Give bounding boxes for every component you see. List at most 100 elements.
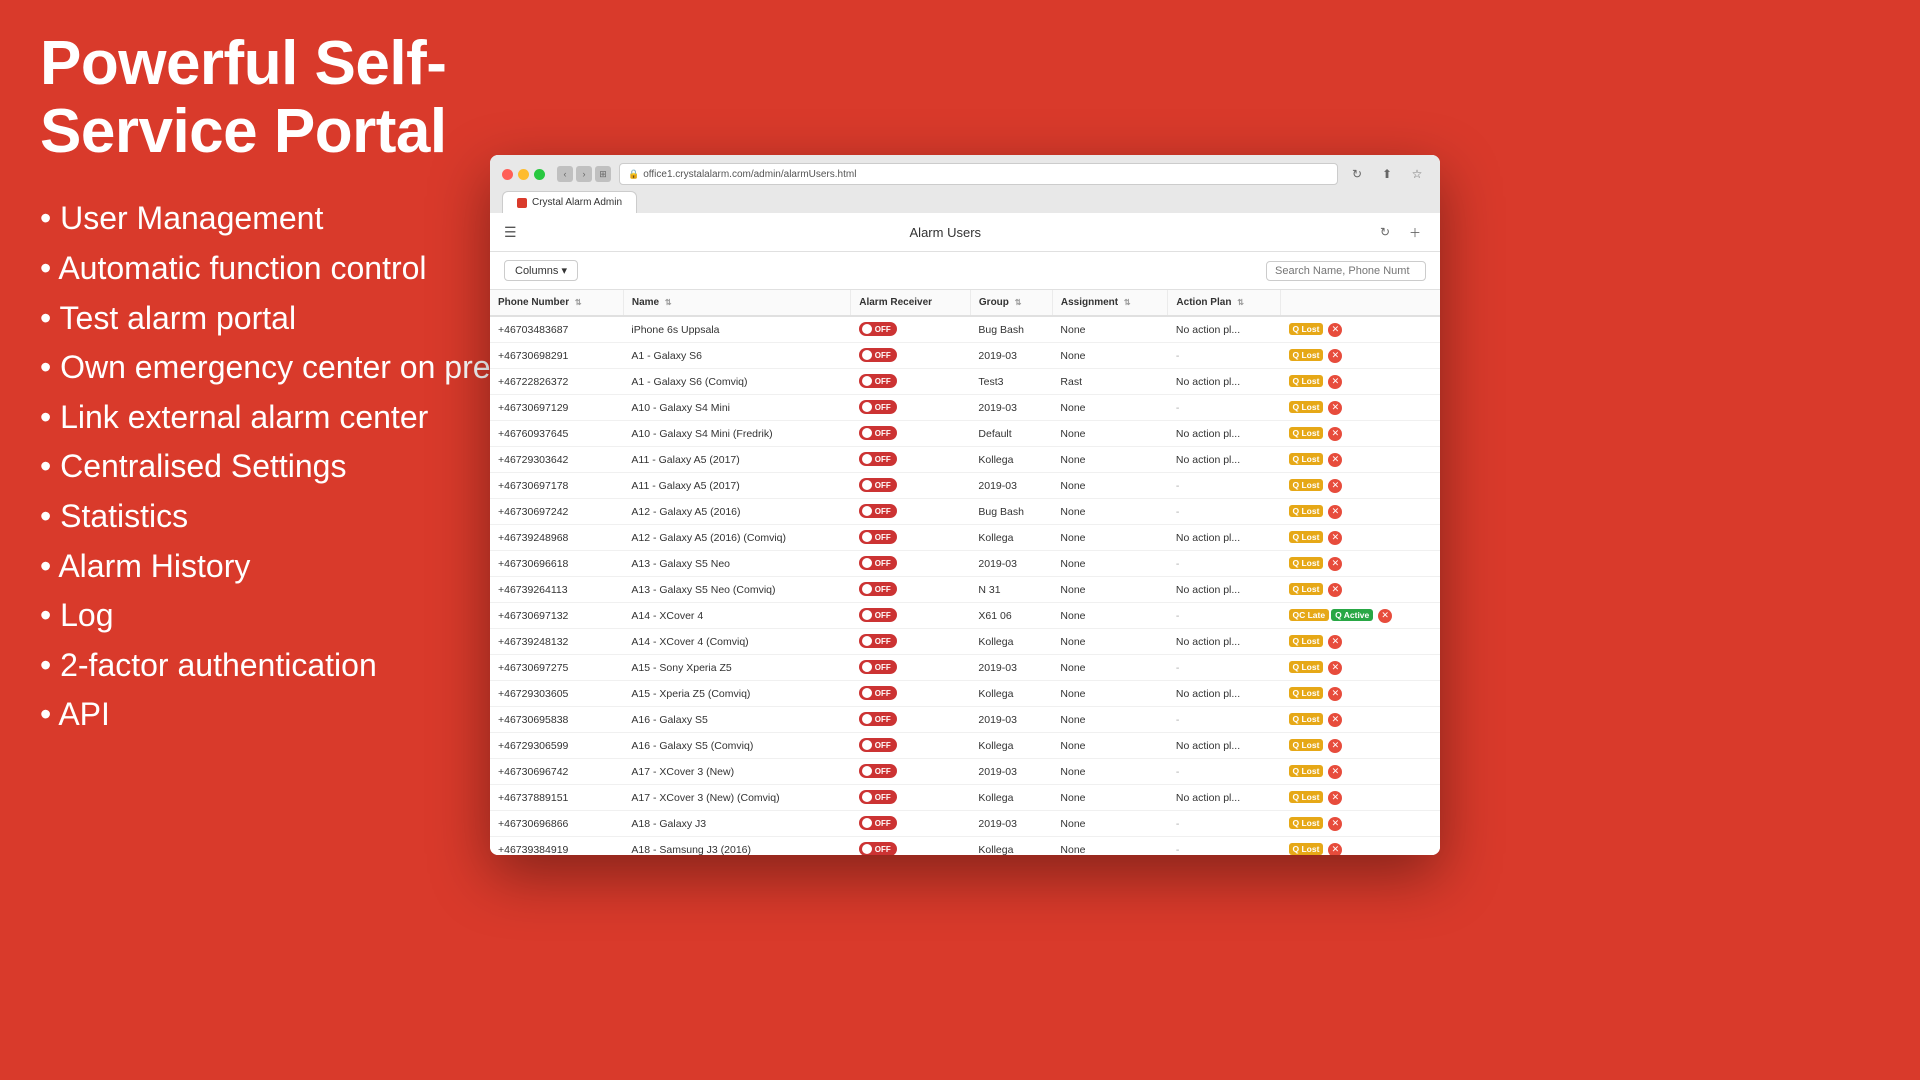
delete-button[interactable]: ✕ bbox=[1328, 791, 1342, 805]
alarm-toggle[interactable]: OFF bbox=[859, 374, 897, 388]
delete-button[interactable]: ✕ bbox=[1328, 635, 1342, 649]
alarm-toggle[interactable]: OFF bbox=[859, 712, 897, 726]
forward-button[interactable]: › bbox=[576, 166, 592, 182]
tab-grid-button[interactable]: ⊞ bbox=[595, 166, 611, 182]
alarm-toggle[interactable]: OFF bbox=[859, 634, 897, 648]
delete-button[interactable]: ✕ bbox=[1378, 609, 1392, 623]
cell-alarm-receiver[interactable]: OFF bbox=[851, 551, 971, 577]
cell-alarm-receiver[interactable]: OFF bbox=[851, 421, 971, 447]
delete-button[interactable]: ✕ bbox=[1328, 401, 1342, 415]
delete-button[interactable]: ✕ bbox=[1328, 375, 1342, 389]
alarm-toggle[interactable]: OFF bbox=[859, 764, 897, 778]
cell-alarm-receiver[interactable]: OFF bbox=[851, 577, 971, 603]
delete-button[interactable]: ✕ bbox=[1328, 765, 1342, 779]
cell-alarm-receiver[interactable]: OFF bbox=[851, 655, 971, 681]
table-row[interactable]: +46739384919 A18 - Samsung J3 (2016) OFF… bbox=[490, 837, 1440, 856]
delete-button[interactable]: ✕ bbox=[1328, 817, 1342, 831]
cell-alarm-receiver[interactable]: OFF bbox=[851, 785, 971, 811]
minimize-button[interactable] bbox=[518, 169, 529, 180]
table-row[interactable]: +46730697242 A12 - Galaxy A5 (2016) OFF … bbox=[490, 499, 1440, 525]
delete-button[interactable]: ✕ bbox=[1328, 505, 1342, 519]
table-row[interactable]: +46730696866 A18 - Galaxy J3 OFF 2019-03… bbox=[490, 811, 1440, 837]
cell-alarm-receiver[interactable]: OFF bbox=[851, 525, 971, 551]
alarm-toggle[interactable]: OFF bbox=[859, 426, 897, 440]
delete-button[interactable]: ✕ bbox=[1328, 739, 1342, 753]
cell-alarm-receiver[interactable]: OFF bbox=[851, 316, 971, 343]
cell-alarm-receiver[interactable]: OFF bbox=[851, 837, 971, 856]
table-row[interactable]: +46722826372 A1 - Galaxy S6 (Comviq) OFF… bbox=[490, 369, 1440, 395]
alarm-toggle[interactable]: OFF bbox=[859, 816, 897, 830]
table-row[interactable]: +46737889151 A17 - XCover 3 (New) (Comvi… bbox=[490, 785, 1440, 811]
table-row[interactable]: +46730698291 A1 - Galaxy S6 OFF 2019-03 … bbox=[490, 343, 1440, 369]
reload-button[interactable]: ↻ bbox=[1346, 163, 1368, 185]
back-button[interactable]: ‹ bbox=[557, 166, 573, 182]
table-row[interactable]: +46739264113 A13 - Galaxy S5 Neo (Comviq… bbox=[490, 577, 1440, 603]
delete-button[interactable]: ✕ bbox=[1328, 427, 1342, 441]
close-button[interactable] bbox=[502, 169, 513, 180]
search-input[interactable] bbox=[1266, 261, 1426, 281]
delete-button[interactable]: ✕ bbox=[1328, 323, 1342, 337]
table-row[interactable]: +46739248968 A12 - Galaxy A5 (2016) (Com… bbox=[490, 525, 1440, 551]
share-button[interactable]: ☆ bbox=[1406, 163, 1428, 185]
table-row[interactable]: +46730697275 A15 - Sony Xperia Z5 OFF 20… bbox=[490, 655, 1440, 681]
alarm-toggle[interactable]: OFF bbox=[859, 452, 897, 466]
cell-alarm-receiver[interactable]: OFF bbox=[851, 473, 971, 499]
alarm-toggle[interactable]: OFF bbox=[859, 790, 897, 804]
table-row[interactable]: +46730696618 A13 - Galaxy S5 Neo OFF 201… bbox=[490, 551, 1440, 577]
delete-button[interactable]: ✕ bbox=[1328, 557, 1342, 571]
table-row[interactable]: +46760937645 A10 - Galaxy S4 Mini (Fredr… bbox=[490, 421, 1440, 447]
table-row[interactable]: +46739248132 A14 - XCover 4 (Comviq) OFF… bbox=[490, 629, 1440, 655]
table-row[interactable]: +46730696742 A17 - XCover 3 (New) OFF 20… bbox=[490, 759, 1440, 785]
bookmark-button[interactable]: ⬆ bbox=[1376, 163, 1398, 185]
cell-alarm-receiver[interactable]: OFF bbox=[851, 811, 971, 837]
delete-button[interactable]: ✕ bbox=[1328, 713, 1342, 727]
cell-alarm-receiver[interactable]: OFF bbox=[851, 395, 971, 421]
alarm-toggle[interactable]: OFF bbox=[859, 738, 897, 752]
cell-alarm-receiver[interactable]: OFF bbox=[851, 343, 971, 369]
delete-button[interactable]: ✕ bbox=[1328, 843, 1342, 856]
alarm-toggle[interactable]: OFF bbox=[859, 504, 897, 518]
table-row[interactable]: +46729303642 A11 - Galaxy A5 (2017) OFF … bbox=[490, 447, 1440, 473]
fullscreen-button[interactable] bbox=[534, 169, 545, 180]
cell-alarm-receiver[interactable]: OFF bbox=[851, 369, 971, 395]
delete-button[interactable]: ✕ bbox=[1328, 661, 1342, 675]
alarm-toggle[interactable]: OFF bbox=[859, 660, 897, 674]
cell-alarm-receiver[interactable]: OFF bbox=[851, 499, 971, 525]
alarm-toggle[interactable]: OFF bbox=[859, 842, 897, 855]
alarm-toggle[interactable]: OFF bbox=[859, 582, 897, 596]
alarm-toggle[interactable]: OFF bbox=[859, 348, 897, 362]
table-row[interactable]: +46730697178 A11 - Galaxy A5 (2017) OFF … bbox=[490, 473, 1440, 499]
alarm-toggle[interactable]: OFF bbox=[859, 400, 897, 414]
add-button[interactable]: ＋ bbox=[1404, 221, 1426, 243]
hamburger-menu[interactable]: ☰ bbox=[504, 224, 517, 241]
table-row[interactable]: +46730697129 A10 - Galaxy S4 Mini OFF 20… bbox=[490, 395, 1440, 421]
cell-alarm-receiver[interactable]: OFF bbox=[851, 681, 971, 707]
cell-alarm-receiver[interactable]: OFF bbox=[851, 629, 971, 655]
alarm-toggle[interactable]: OFF bbox=[859, 322, 897, 336]
cell-alarm-receiver[interactable]: OFF bbox=[851, 759, 971, 785]
url-bar[interactable]: 🔒 office1.crystalalarm.com/admin/alarmUs… bbox=[619, 163, 1338, 185]
delete-button[interactable]: ✕ bbox=[1328, 479, 1342, 493]
delete-button[interactable]: ✕ bbox=[1328, 349, 1342, 363]
table-row[interactable]: +46703483687 iPhone 6s Uppsala OFF Bug B… bbox=[490, 316, 1440, 343]
cell-alarm-receiver[interactable]: OFF bbox=[851, 733, 971, 759]
delete-button[interactable]: ✕ bbox=[1328, 687, 1342, 701]
browser-tab[interactable]: Crystal Alarm Admin bbox=[502, 191, 637, 213]
delete-button[interactable]: ✕ bbox=[1328, 583, 1342, 597]
delete-button[interactable]: ✕ bbox=[1328, 531, 1342, 545]
cell-alarm-receiver[interactable]: OFF bbox=[851, 447, 971, 473]
alarm-toggle[interactable]: OFF bbox=[859, 478, 897, 492]
cell-alarm-receiver[interactable]: OFF bbox=[851, 707, 971, 733]
alarm-toggle[interactable]: OFF bbox=[859, 530, 897, 544]
delete-button[interactable]: ✕ bbox=[1328, 453, 1342, 467]
table-row[interactable]: +46729306599 A16 - Galaxy S5 (Comviq) OF… bbox=[490, 733, 1440, 759]
table-row[interactable]: +46729303605 A15 - Xperia Z5 (Comviq) OF… bbox=[490, 681, 1440, 707]
cell-alarm-receiver[interactable]: OFF bbox=[851, 603, 971, 629]
alarm-toggle[interactable]: OFF bbox=[859, 686, 897, 700]
columns-button[interactable]: Columns ▾ bbox=[504, 260, 578, 281]
alarm-toggle[interactable]: OFF bbox=[859, 556, 897, 570]
table-row[interactable]: +46730695838 A16 - Galaxy S5 OFF 2019-03… bbox=[490, 707, 1440, 733]
alarm-toggle[interactable]: OFF bbox=[859, 608, 897, 622]
refresh-button[interactable]: ↻ bbox=[1374, 221, 1396, 243]
table-row[interactable]: +46730697132 A14 - XCover 4 OFF X61 06 N… bbox=[490, 603, 1440, 629]
